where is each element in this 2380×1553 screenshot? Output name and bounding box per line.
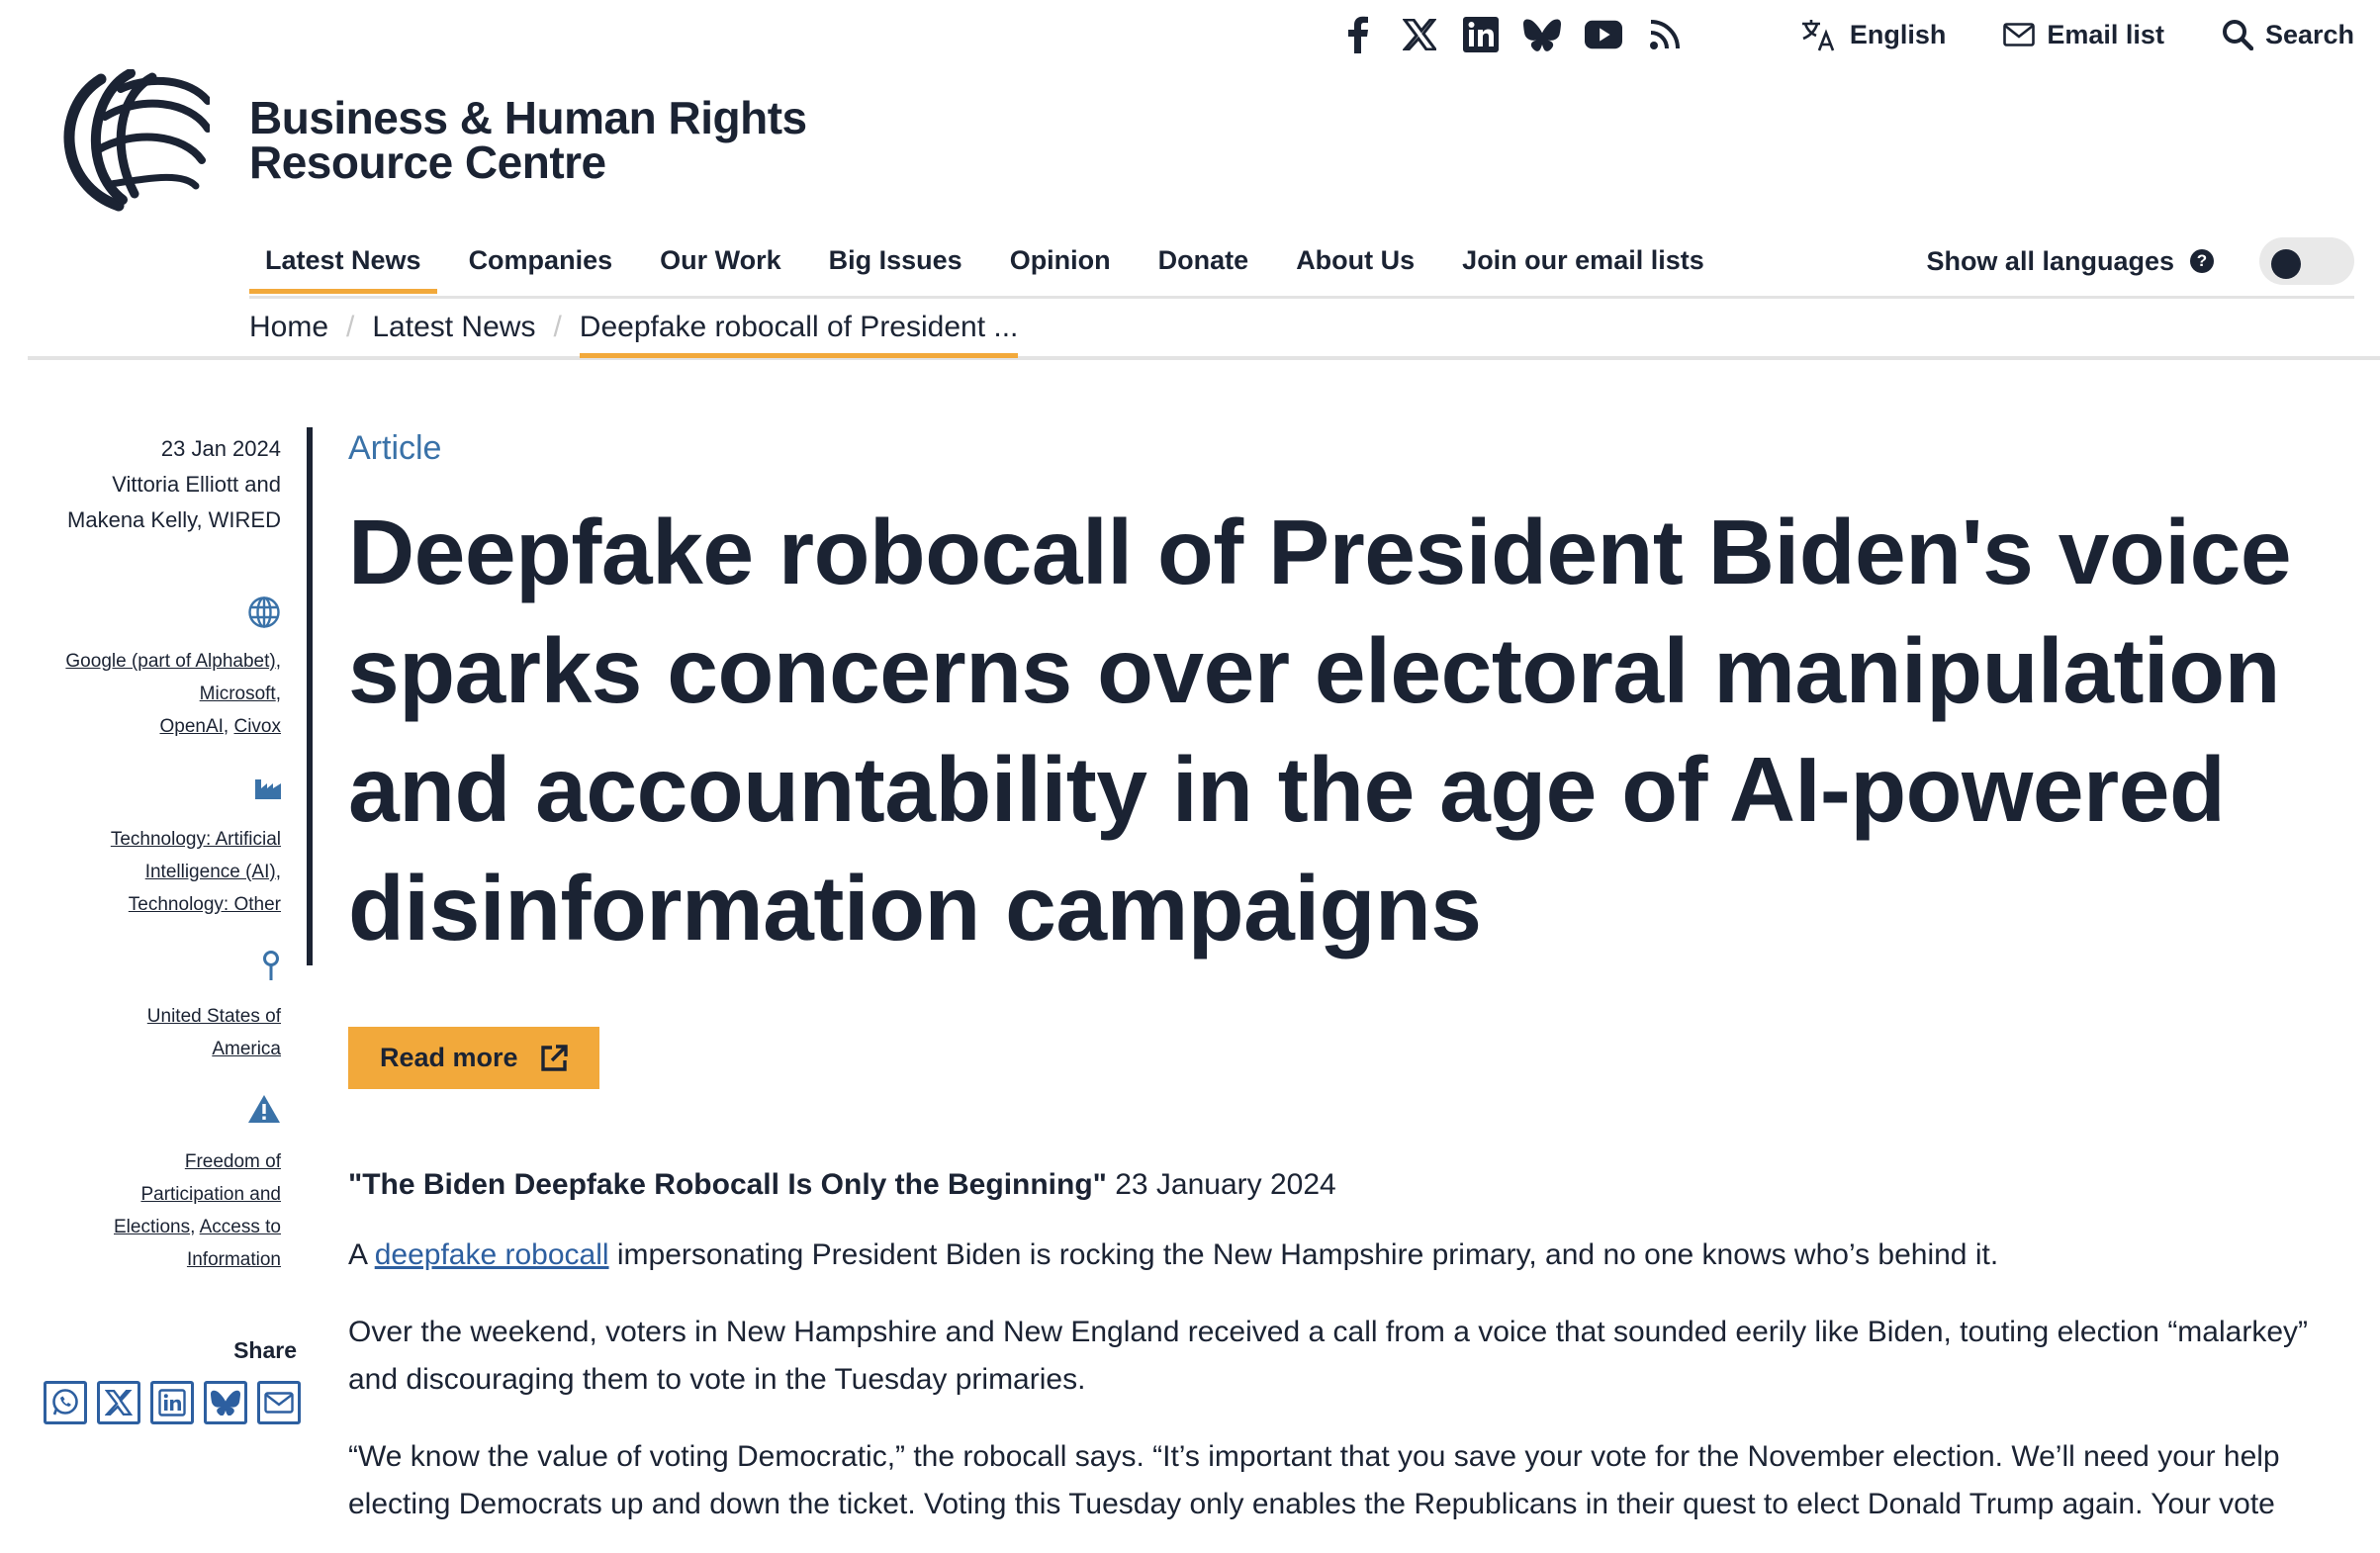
location-pin-icon <box>261 950 281 981</box>
company-tag[interactable]: Google (part of Alphabet) <box>65 651 275 672</box>
breadcrumb-separator: / <box>346 311 355 343</box>
article-headline: Deepfake robocall of President Biden's v… <box>348 501 2292 959</box>
issue-tag[interactable]: Access to Information <box>187 1217 281 1270</box>
globe-icon <box>247 595 281 629</box>
factory-icon <box>255 777 281 799</box>
breadcrumb: Home / Latest News / Deepfake robocall o… <box>249 311 1018 358</box>
share-linkedin-button[interactable] <box>150 1381 194 1424</box>
source-citation: "The Biden Deepfake Robocall Is Only the… <box>348 1168 2356 1202</box>
source-title: "The Biden Deepfake Robocall Is Only the… <box>348 1168 1107 1201</box>
paragraph-2: Over the weekend, voters in New Hampshir… <box>348 1316 2308 1396</box>
top-utility-bar: English Email list Search <box>1339 10 2354 59</box>
main-nav: Latest News Companies Our Work Big Issue… <box>249 235 1736 294</box>
company-tags: Google (part of Alphabet), Microsoft, Op… <box>65 651 281 737</box>
site-logo[interactable]: Business & Human Rights Resource Centre <box>61 69 807 212</box>
search-icon <box>2222 19 2253 50</box>
external-link-icon <box>540 1044 568 1072</box>
nav-divider <box>249 296 2354 299</box>
article-meta: 23 Jan 2024 Vittoria Elliott and Makena … <box>34 431 281 538</box>
whatsapp-icon <box>50 1388 80 1417</box>
help-icon[interactable]: ? <box>2190 249 2214 273</box>
breadcrumb-current: Deepfake robocall of President ... <box>579 311 1018 358</box>
social-links <box>1339 16 1684 53</box>
share-label: Share <box>233 1337 297 1363</box>
nav-item-latest-news[interactable]: Latest News <box>249 235 437 294</box>
bluesky-icon <box>211 1390 240 1416</box>
article-author-line1: Vittoria Elliott and <box>112 472 281 497</box>
article-body: Article Deepfake robocall of President B… <box>348 423 2356 1528</box>
nav-item-donate[interactable]: Donate <box>1143 235 1265 294</box>
globe-logo-icon <box>61 69 210 212</box>
paragraph-1-prefix: A <box>348 1238 375 1271</box>
x-icon[interactable] <box>1401 16 1438 53</box>
email-list-link[interactable]: Email list <box>2003 20 2164 50</box>
breadcrumb-home[interactable]: Home <box>249 311 328 358</box>
toggle-knob <box>2271 249 2301 279</box>
sector-tag[interactable]: Technology: Other <box>129 894 281 915</box>
site-name-line1: Business & Human Rights <box>249 92 807 143</box>
share-whatsapp-button[interactable] <box>44 1381 87 1424</box>
warning-icon <box>247 1094 281 1124</box>
translate-icon <box>1800 18 1838 51</box>
company-tag[interactable]: Civox <box>233 716 281 737</box>
nav-item-about-us[interactable]: About Us <box>1280 235 1430 294</box>
paragraph-1: A deepfake robocall impersonating Presid… <box>348 1232 2356 1279</box>
x-icon <box>105 1390 133 1416</box>
source-date: 23 January 2024 <box>1106 1168 1336 1201</box>
read-more-label: Read more <box>380 1043 518 1072</box>
article-author-line2: Makena Kelly, WIRED <box>67 507 281 532</box>
read-more-button[interactable]: Read more <box>348 1027 599 1089</box>
content-type-label: Article <box>348 429 442 467</box>
show-all-languages-label: Show all languages <box>1926 245 2174 276</box>
share-buttons <box>44 1381 301 1424</box>
nav-item-email-lists[interactable]: Join our email lists <box>1446 235 1720 294</box>
nav-item-opinion[interactable]: Opinion <box>994 235 1127 294</box>
envelope-icon <box>2003 23 2036 46</box>
breadcrumb-latest-news[interactable]: Latest News <box>372 311 535 358</box>
article-date: 23 Jan 2024 <box>160 436 281 461</box>
rss-icon[interactable] <box>1646 16 1684 53</box>
breadcrumb-separator: / <box>553 311 562 343</box>
email-list-label: Email list <box>2047 19 2164 49</box>
site-name: Business & Human Rights Resource Centre <box>249 92 807 188</box>
location-tag[interactable]: United States of America <box>147 1006 281 1059</box>
show-all-languages-toggle[interactable] <box>2259 237 2354 285</box>
bluesky-icon[interactable] <box>1522 16 1561 53</box>
language-toggle-group: Show all languages ? <box>1926 237 2354 285</box>
nav-item-companies[interactable]: Companies <box>453 235 629 294</box>
share-x-button[interactable] <box>97 1381 140 1424</box>
nav-item-big-issues[interactable]: Big Issues <box>813 235 978 294</box>
deepfake-robocall-link[interactable]: deepfake robocall <box>375 1238 609 1271</box>
nav-item-our-work[interactable]: Our Work <box>644 235 797 294</box>
company-tag[interactable]: Microsoft <box>200 684 276 704</box>
paragraph-3: “We know the value of voting Democratic,… <box>348 1440 2280 1520</box>
sector-tag[interactable]: Technology: Artificial Intelligence (AI) <box>111 829 281 882</box>
site-name-line2: Resource Centre <box>249 137 606 188</box>
issue-tags: Freedom of Participation and Elections, … <box>114 1151 281 1270</box>
language-selector[interactable]: English <box>1800 18 1947 51</box>
facebook-icon[interactable] <box>1339 16 1377 53</box>
linkedin-icon[interactable] <box>1462 16 1500 53</box>
email-icon <box>264 1392 294 1414</box>
search-button[interactable]: Search <box>2222 19 2354 50</box>
location-tags: United States of America <box>113 1000 281 1065</box>
search-label: Search <box>2264 19 2354 49</box>
linkedin-icon <box>158 1389 186 1416</box>
company-tag[interactable]: OpenAI <box>159 716 223 737</box>
share-bluesky-button[interactable] <box>204 1381 247 1424</box>
meta-accent-bar <box>307 427 313 965</box>
sector-tags: Technology: Artificial Intelligence (AI)… <box>110 829 281 915</box>
language-label: English <box>1849 19 1947 49</box>
youtube-icon[interactable] <box>1584 16 1622 53</box>
share-email-button[interactable] <box>257 1381 301 1424</box>
paragraph-1-suffix: impersonating President Biden is rocking… <box>608 1238 1999 1271</box>
